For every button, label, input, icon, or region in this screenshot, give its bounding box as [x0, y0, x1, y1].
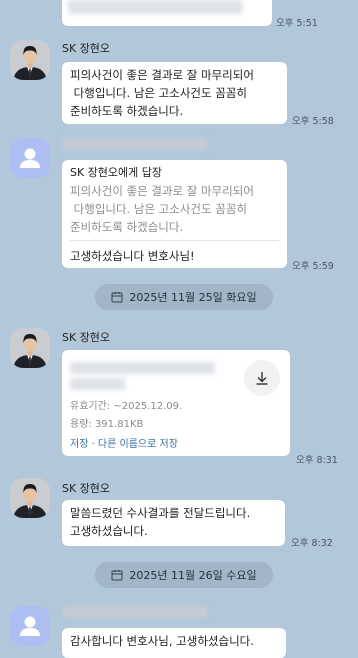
sender-name: SK 장현오: [62, 482, 111, 495]
avatar[interactable]: [10, 328, 50, 368]
calendar-icon: [111, 292, 123, 303]
download-icon: [256, 372, 268, 385]
avatar[interactable]: [10, 40, 50, 80]
profile-photo: [10, 328, 50, 368]
message-line: 준비하도록 하겠습니다.: [70, 104, 184, 118]
message-bubble[interactable]: 감사합니다 변호사님, 고생하셨습니다.: [62, 628, 286, 658]
profile-photo: [10, 478, 50, 518]
person-icon: [20, 616, 40, 636]
avatar[interactable]: [10, 478, 50, 518]
download-button[interactable]: [244, 360, 280, 396]
message-time: 오후 8:31: [296, 455, 338, 466]
file-expiry: 유효기간: ~2025.12.09.: [70, 401, 183, 412]
message-line: 다행입니다. 남은 고소사건도 꼼꼼히: [70, 86, 247, 100]
profile-photo: [10, 40, 50, 80]
message-bubble[interactable]: 피의사건이 좋은 결과로 잘 마무리되어 다행입니다. 남은 고소사건도 꼼꼼히…: [62, 62, 287, 124]
reply-quote-line: 준비하도록 하겠습니다.: [70, 220, 184, 234]
message-time: 오후 5:51: [276, 18, 318, 29]
blurred-sender-name: [62, 138, 207, 150]
date-text: 2025년 11월 25일 화요일: [129, 291, 257, 304]
message-bubble[interactable]: 말씀드렸던 수사결과를 전달드립니다. 고생하셨습니다.: [62, 500, 285, 546]
blurred-sender-name: [62, 606, 207, 618]
reply-label: SK 장현오에게 답장: [70, 166, 163, 179]
blurred-file-name: [70, 362, 215, 374]
divider: [70, 240, 279, 241]
file-save-links[interactable]: 저장 · 다른 이름으로 저장: [70, 436, 178, 454]
date-divider: 2025년 11월 25일 화요일: [95, 284, 273, 310]
avatar[interactable]: [10, 606, 50, 646]
reply-quote-line: 다행입니다. 남은 고소사건도 꼼꼼히: [70, 202, 247, 216]
message-time: 오후 8:32: [291, 538, 333, 549]
message-text: 고생하셨습니다 변호사님!: [70, 249, 195, 263]
sender-name: SK 장현오: [62, 331, 111, 344]
reply-quote-line: 피의사건이 좋은 결과로 잘 마무리되어: [70, 184, 254, 198]
file-size: 용량: 391.81KB: [70, 419, 144, 430]
avatar[interactable]: [10, 138, 50, 178]
file-message-bubble[interactable]: 유효기간: ~2025.12.09. 용량: 391.81KB 저장 · 다른 …: [62, 350, 290, 456]
message-time: 오후 5:58: [292, 116, 334, 127]
sender-name: SK 장현오: [62, 42, 111, 55]
person-icon: [20, 148, 40, 168]
message-line: 말씀드렸던 수사결과를 전달드립니다.: [70, 506, 251, 520]
calendar-icon: [111, 570, 123, 581]
message-line: 피의사건이 좋은 결과로 잘 마무리되어: [70, 68, 254, 82]
message-time: 오후 5:59: [292, 261, 334, 272]
message-text: 감사합니다 변호사님, 고생하셨습니다.: [70, 634, 254, 648]
date-divider: 2025년 11월 26일 수요일: [95, 562, 273, 588]
blurred-file-name: [70, 378, 125, 390]
date-text: 2025년 11월 26일 수요일: [129, 569, 257, 582]
blurred-text: [68, 0, 243, 14]
message-bubble-cut[interactable]: [62, 0, 272, 26]
message-line: 고생하셨습니다.: [70, 524, 148, 538]
reply-message-bubble[interactable]: SK 장현오에게 답장 피의사건이 좋은 결과로 잘 마무리되어 다행입니다. …: [62, 160, 287, 268]
